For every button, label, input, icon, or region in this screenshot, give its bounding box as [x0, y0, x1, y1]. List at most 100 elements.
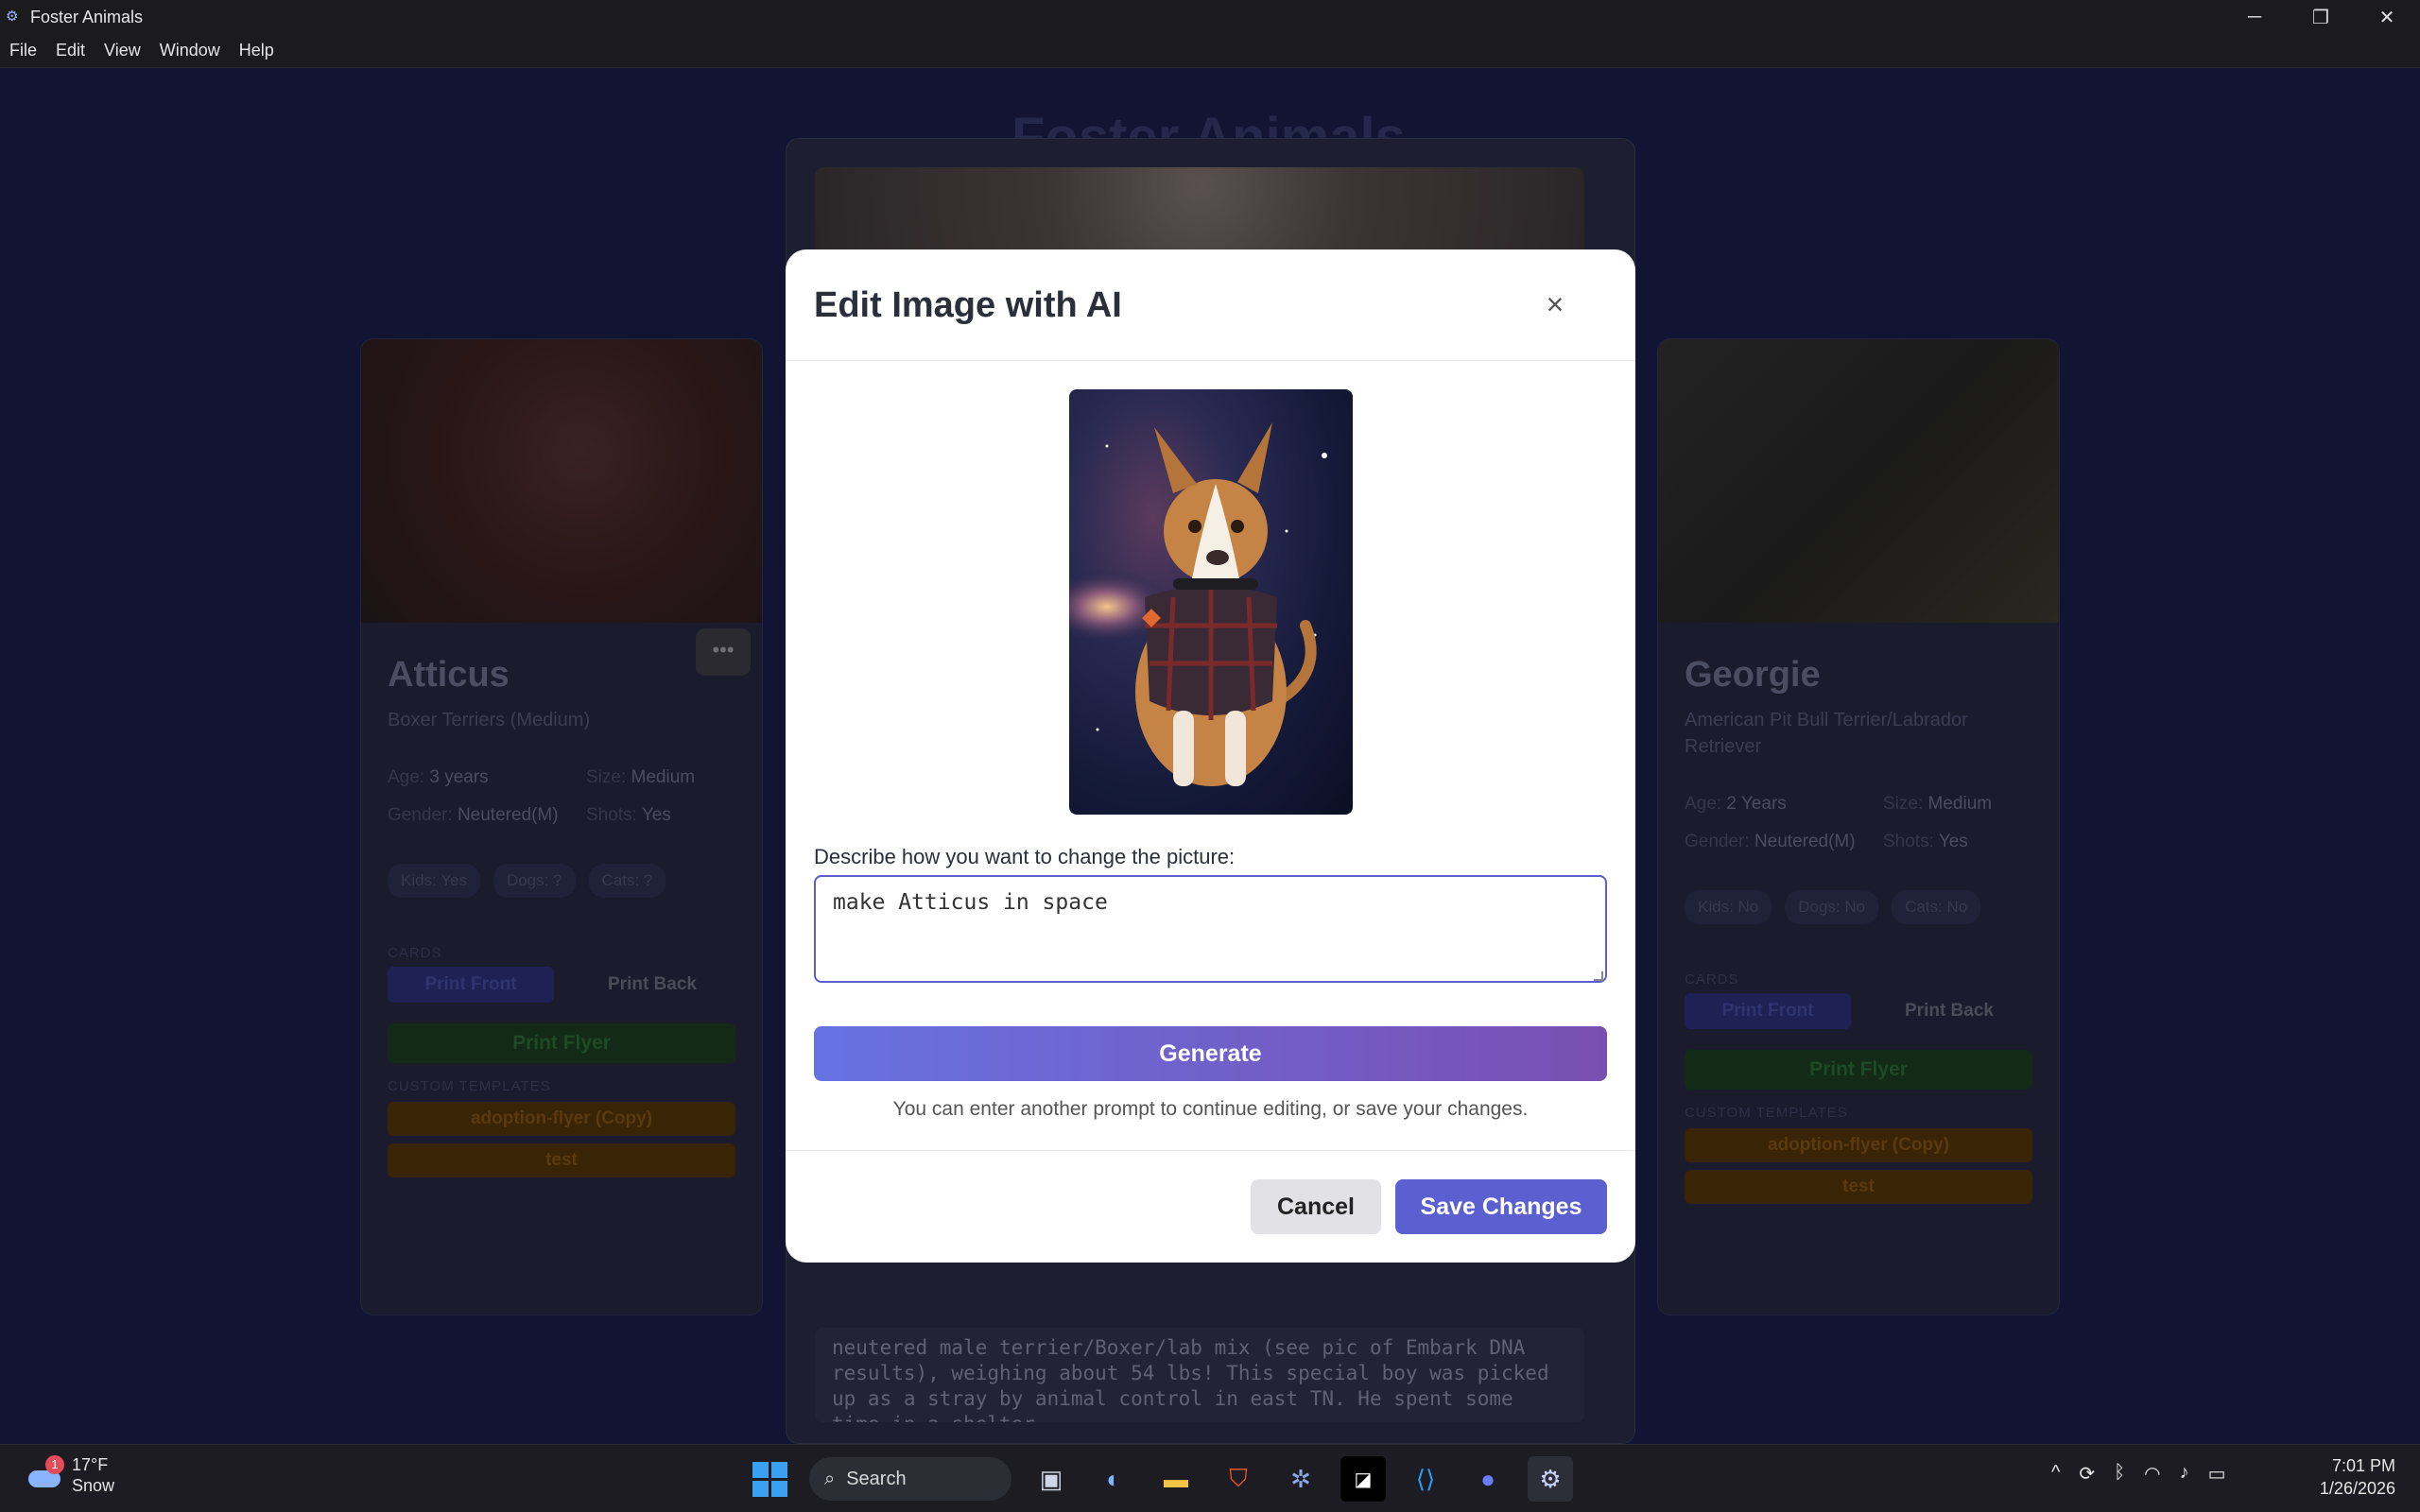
textarea-resize-handle[interactable] — [1594, 971, 1603, 981]
compatibility-chips: Kids: Yes Dogs: ? Cats: ? — [388, 864, 735, 898]
clock-date: 1/26/2026 — [2319, 1479, 2395, 1498]
helper-text: You can enter another prompt to continue… — [892, 1098, 1529, 1120]
sync-icon[interactable]: ⟳ — [2079, 1462, 2095, 1486]
restore-button[interactable]: ❐ — [2288, 0, 2354, 34]
animal-breed: American Pit Bull Terrier/Labrador Retri… — [1685, 710, 1968, 757]
battery-icon[interactable]: ▭ — [2208, 1462, 2226, 1486]
menu-file[interactable]: File — [0, 41, 46, 60]
system-tray: ^ ⟳ ᛒ ◠ ♪ ▭ — [2051, 1462, 2226, 1486]
modal-footer: Cancel Save Changes — [786, 1150, 1635, 1263]
modal-title: Edit Image with AI — [814, 285, 1122, 325]
brave-browser-icon[interactable]: ⛉ — [1216, 1456, 1261, 1502]
weather-widget[interactable]: 1 17°F Snow — [25, 1454, 114, 1496]
more-options-icon[interactable]: ••• — [696, 628, 751, 676]
template-button-adoption-flyer[interactable]: adoption-flyer (Copy) — [388, 1102, 735, 1136]
menu-bar: File Edit View Window Help — [0, 34, 2420, 68]
search-icon: ⌕ — [824, 1468, 836, 1489]
search-label: Search — [846, 1468, 907, 1489]
edit-image-ai-modal: Edit Image with AI × Describe how you wa… — [786, 249, 1635, 1263]
app-gear-icon[interactable]: ✲ — [1278, 1456, 1323, 1502]
prompt-textarea[interactable]: make Atticus in space — [814, 875, 1607, 983]
menu-help[interactable]: Help — [230, 41, 284, 60]
app-icon: ⚙ — [6, 9, 19, 25]
age-label: Age: — [1685, 794, 1722, 814]
cancel-button[interactable]: Cancel — [1251, 1179, 1381, 1234]
wifi-icon[interactable]: ◠ — [2144, 1462, 2160, 1486]
size-label: Size: — [586, 767, 627, 787]
prompt-label: Describe how you want to change the pict… — [814, 845, 1236, 868]
dog-in-space-image — [1069, 422, 1327, 786]
start-icon[interactable] — [747, 1456, 792, 1502]
copilot-icon[interactable]: ◐ — [1091, 1456, 1136, 1502]
gender-value: Neutered(M) — [1754, 832, 1856, 851]
shots-label: Shots: — [1883, 832, 1934, 851]
age-label: Age: — [388, 767, 425, 787]
generated-image-preview — [1069, 389, 1353, 815]
print-front-button[interactable]: Print Front — [388, 967, 554, 1003]
taskbar: 1 17°F Snow ⌕ Search ▣ ◐ ▬ ⛉ ✲ ◪ ⟨⟩ ● ⚙ … — [0, 1444, 2420, 1512]
task-view-icon[interactable]: ▣ — [1028, 1456, 1074, 1502]
print-back-button[interactable]: Print Back — [1866, 993, 2032, 1029]
shots-value: Yes — [641, 805, 671, 825]
size-value: Medium — [631, 767, 696, 787]
cards-section-label: CARDS — [1685, 971, 1739, 988]
compatibility-chips: Kids: No Dogs: No Cats: No — [1685, 890, 2032, 924]
close-icon[interactable]: × — [1536, 285, 1574, 323]
custom-templates-label: CUSTOM TEMPLATES — [388, 1078, 551, 1094]
menu-edit[interactable]: Edit — [46, 41, 95, 60]
volume-icon[interactable]: ♪ — [2180, 1462, 2189, 1486]
animal-card-georgie: Georgie American Pit Bull Terrier/Labrad… — [1657, 338, 2060, 1315]
animal-name: Atticus — [388, 655, 510, 695]
dialog-photo — [815, 167, 1584, 262]
print-flyer-button[interactable]: Print Flyer — [1685, 1050, 2032, 1090]
cards-section-label: CARDS — [388, 945, 442, 961]
close-window-button[interactable]: ✕ — [2354, 0, 2420, 34]
chip-dogs: Dogs: No — [1785, 890, 1879, 924]
animal-stats: Age: 3 years Size: Medium Gender: Neuter… — [388, 767, 735, 826]
chip-kids: Kids: Yes — [388, 864, 480, 898]
custom-templates-label: CUSTOM TEMPLATES — [1685, 1105, 1848, 1121]
clock-time: 7:01 PM — [2331, 1456, 2395, 1475]
gender-label: Gender: — [1685, 832, 1750, 851]
chat-app-icon[interactable]: ● — [1465, 1456, 1511, 1502]
age-value: 2 Years — [1726, 794, 1787, 814]
window-title: Foster Animals — [30, 7, 144, 26]
template-button-test[interactable]: test — [1685, 1170, 2032, 1204]
template-button-test[interactable]: test — [388, 1143, 735, 1177]
vscode-icon[interactable]: ⟨⟩ — [1403, 1456, 1448, 1502]
animal-stats: Age: 2 Years Size: Medium Gender: Neuter… — [1685, 794, 2032, 852]
shots-value: Yes — [1938, 832, 1968, 851]
modal-header: Edit Image with AI × — [786, 249, 1635, 361]
gender-label: Gender: — [388, 805, 453, 825]
animal-breed: Boxer Terriers (Medium) — [388, 710, 591, 730]
size-value: Medium — [1927, 794, 1993, 814]
animal-photo — [1658, 339, 2059, 623]
chip-kids: Kids: No — [1685, 890, 1772, 924]
size-label: Size: — [1883, 794, 1924, 814]
amd-icon[interactable]: ◪ — [1340, 1456, 1386, 1502]
weather-desc: Snow — [72, 1476, 115, 1495]
print-flyer-button[interactable]: Print Flyer — [388, 1023, 735, 1063]
template-button-adoption-flyer[interactable]: adoption-flyer (Copy) — [1685, 1128, 2032, 1162]
animal-card-atticus: ••• Atticus Boxer Terriers (Medium) Age:… — [360, 338, 763, 1315]
snow-cloud-icon: 1 — [25, 1455, 64, 1491]
bio-textarea[interactable]: neutered male terrier/Boxer/lab mix (see… — [815, 1328, 1584, 1422]
minimize-button[interactable]: ─ — [2221, 0, 2288, 34]
menu-window[interactable]: Window — [150, 41, 230, 60]
taskbar-apps: ⌕ Search ▣ ◐ ▬ ⛉ ✲ ◪ ⟨⟩ ● ⚙ — [747, 1456, 1573, 1502]
print-front-button[interactable]: Print Front — [1685, 993, 1851, 1029]
save-changes-button[interactable]: Save Changes — [1395, 1179, 1607, 1234]
clock[interactable]: 7:01 PM 1/26/2026 — [2320, 1454, 2395, 1500]
file-explorer-icon[interactable]: ▬ — [1153, 1456, 1199, 1502]
foster-animals-app-icon[interactable]: ⚙ — [1528, 1456, 1573, 1502]
chip-dogs: Dogs: ? — [493, 864, 576, 898]
taskbar-search[interactable]: ⌕ Search — [809, 1457, 1011, 1501]
generate-button[interactable]: Generate — [814, 1026, 1607, 1081]
chevron-up-icon[interactable]: ^ — [2051, 1462, 2060, 1486]
bluetooth-icon[interactable]: ᛒ — [2114, 1462, 2125, 1486]
menu-view[interactable]: View — [95, 41, 150, 60]
shots-label: Shots: — [586, 805, 637, 825]
age-value: 3 years — [429, 767, 489, 787]
weather-temp: 17°F — [72, 1455, 109, 1474]
print-back-button[interactable]: Print Back — [569, 967, 735, 1003]
